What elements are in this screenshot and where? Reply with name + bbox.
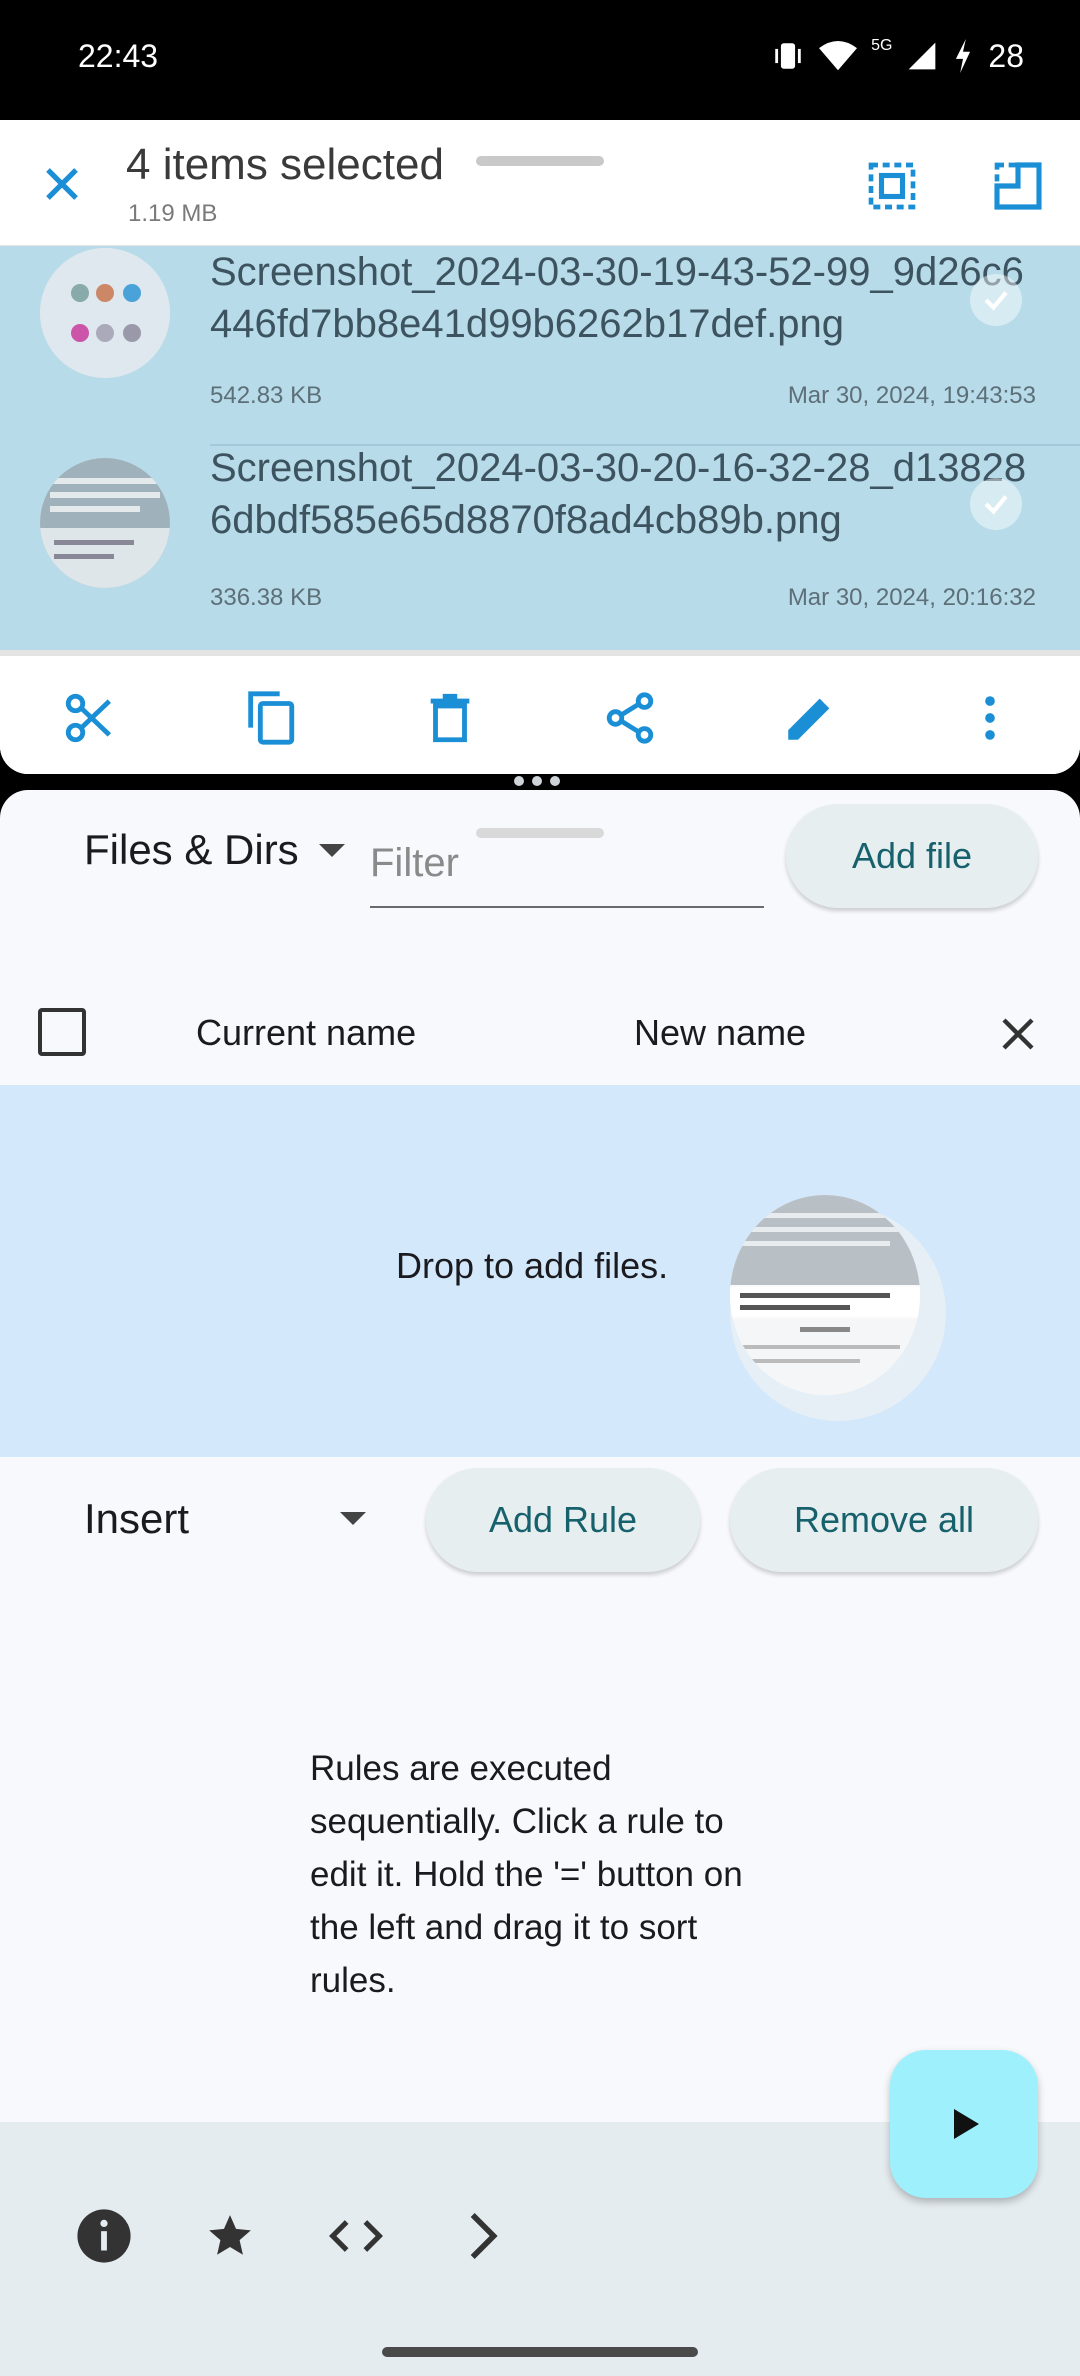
cut-button[interactable] bbox=[58, 686, 122, 750]
file-date: Mar 30, 2024, 19:43:53 bbox=[787, 382, 1036, 409]
file-row[interactable]: Screenshot_2024-03-30-20-16-32-28_d13828… bbox=[0, 446, 1080, 646]
column-current-name: Current name bbox=[196, 1012, 417, 1053]
select-all-icon[interactable] bbox=[864, 158, 920, 214]
info-icon bbox=[77, 2209, 131, 2263]
drop-zone-text: Drop to add files. bbox=[396, 1245, 669, 1286]
select-all-checkbox[interactable] bbox=[38, 1008, 86, 1056]
select-range-icon[interactable] bbox=[990, 158, 1046, 214]
selection-header: 4 items selected 1.19 MB bbox=[0, 120, 1080, 246]
delete-button[interactable] bbox=[418, 686, 482, 750]
file-thumbnail bbox=[40, 458, 170, 588]
sheet-handle[interactable] bbox=[476, 828, 604, 838]
status-bar: 22:43 5G 28 bbox=[0, 0, 1080, 120]
favorites-button[interactable] bbox=[200, 2206, 260, 2266]
star-icon bbox=[209, 2215, 251, 2255]
files-dirs-label: Files & Dirs bbox=[84, 826, 299, 873]
drop-zone[interactable]: Drop to add files. bbox=[0, 1085, 1080, 1457]
file-date: Mar 30, 2024, 20:16:32 bbox=[787, 584, 1036, 611]
split-drag-handle[interactable] bbox=[514, 776, 560, 786]
share-button[interactable] bbox=[598, 686, 662, 750]
network-label: 5G bbox=[871, 37, 893, 54]
file-thumbnail bbox=[40, 248, 170, 378]
share-icon bbox=[606, 692, 654, 744]
file-name: Screenshot_2024-03-30-20-16-32-28_d13828… bbox=[210, 446, 1027, 542]
cut-icon bbox=[65, 693, 112, 743]
selected-check-icon[interactable] bbox=[970, 478, 1022, 530]
dropdown-arrow-icon bbox=[340, 1512, 366, 1525]
close-selection-icon[interactable] bbox=[38, 160, 86, 208]
wifi-icon bbox=[819, 40, 858, 71]
dropdown-arrow-icon bbox=[318, 843, 345, 857]
panel-handle[interactable] bbox=[476, 156, 604, 166]
info-button[interactable] bbox=[74, 2206, 134, 2266]
remove-all-button[interactable]: Remove all bbox=[730, 1468, 1038, 1572]
vibrate-icon bbox=[775, 43, 801, 69]
status-icons: 5G 28 bbox=[771, 36, 1024, 76]
files-dirs-dropdown[interactable]: Files & Dirs bbox=[84, 826, 345, 874]
signal-icon bbox=[909, 42, 936, 70]
code-button[interactable] bbox=[326, 2206, 386, 2266]
copy-button[interactable] bbox=[238, 686, 302, 750]
edit-pencil-icon bbox=[788, 698, 830, 740]
status-time: 22:43 bbox=[78, 38, 159, 74]
rule-type-dropdown[interactable]: Insert bbox=[84, 1495, 189, 1543]
clear-list-icon[interactable] bbox=[994, 1010, 1042, 1058]
file-size: 542.83 KB bbox=[210, 382, 323, 409]
selection-size: 1.19 MB bbox=[128, 200, 218, 227]
file-size: 336.38 KB bbox=[210, 584, 323, 611]
file-name: Screenshot_2024-03-30-19-43-52-99_9d26c6… bbox=[210, 250, 1024, 346]
table-header: Current name New name bbox=[0, 970, 1080, 1090]
drag-preview-thumbnail bbox=[730, 1195, 920, 1395]
selection-toolbar bbox=[0, 650, 1080, 774]
more-options-button[interactable] bbox=[958, 686, 1022, 750]
chevron-right-icon bbox=[470, 2213, 498, 2259]
gesture-nav-bar[interactable] bbox=[382, 2347, 698, 2357]
selection-panel: 4 items selected 1.19 MB Screenshot_2024… bbox=[0, 120, 1080, 774]
run-button[interactable] bbox=[890, 2050, 1038, 2198]
rules-info-text: Rules are executed sequentially. Click a… bbox=[310, 1749, 743, 2000]
more-vertical-icon bbox=[985, 696, 995, 740]
selection-title: 4 items selected bbox=[126, 140, 444, 189]
column-new-name: New name bbox=[634, 1012, 807, 1053]
code-icon bbox=[329, 2220, 383, 2252]
add-file-button[interactable]: Add file bbox=[786, 804, 1038, 908]
play-icon bbox=[954, 2109, 979, 2139]
copy-icon bbox=[248, 691, 295, 745]
rename-button[interactable] bbox=[778, 686, 842, 750]
delete-icon bbox=[430, 693, 470, 743]
add-rule-button[interactable]: Add Rule bbox=[426, 1468, 700, 1572]
renamer-app: Files & Dirs Add file Current name New n… bbox=[0, 790, 1080, 2376]
battery-level: 28 bbox=[988, 37, 1024, 74]
charging-icon bbox=[956, 39, 971, 73]
next-button[interactable] bbox=[452, 2206, 512, 2266]
selected-check-icon[interactable] bbox=[970, 274, 1022, 326]
file-row[interactable]: Screenshot_2024-03-30-19-43-52-99_9d26c6… bbox=[0, 246, 1080, 446]
